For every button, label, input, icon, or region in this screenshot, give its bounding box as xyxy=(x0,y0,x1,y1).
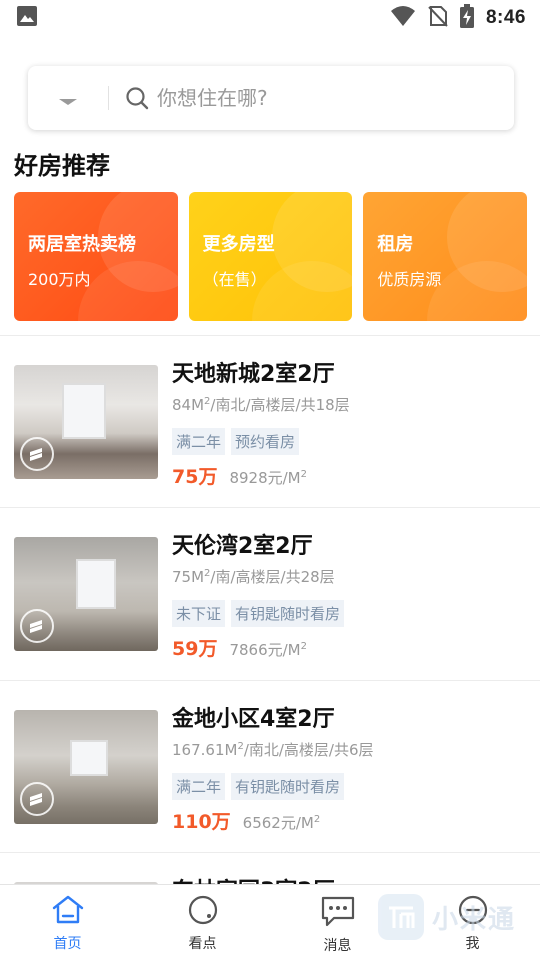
unit-price: 6562元/M2 xyxy=(242,814,321,832)
card-title: 两居室热卖榜 xyxy=(28,234,136,255)
bottom-nav: 首页 看点 消息 我 xyxy=(0,884,540,960)
meta-rest: /南/高楼层/共28层 xyxy=(210,568,335,586)
listing-item[interactable]: 东林家园3室2厅 xyxy=(0,853,540,884)
profile-icon xyxy=(457,895,489,929)
vr-badge-icon xyxy=(20,782,54,816)
unit-price: 8928元/M2 xyxy=(229,469,307,487)
wifi-icon xyxy=(390,5,416,31)
tag: 有钥匙随时看房 xyxy=(231,773,345,800)
vr-badge-icon xyxy=(20,609,54,643)
listing-meta: 84M2/南北/高楼层/共18层 xyxy=(172,394,350,415)
listing-title: 东林家园3室2厅 xyxy=(172,873,335,884)
home-icon xyxy=(51,895,85,929)
nav-home[interactable]: 首页 xyxy=(0,885,135,960)
price: 75万 xyxy=(172,466,218,488)
meta-rest: /南北/高楼层/共6层 xyxy=(243,741,374,759)
city-dropdown[interactable] xyxy=(28,66,108,130)
clock: 8:46 xyxy=(485,7,526,28)
card-subtitle: 优质房源 xyxy=(377,270,442,289)
listing-photo xyxy=(14,710,158,824)
listing-item[interactable]: 天地新城2室2厅 84M2/南北/高楼层/共18层 满二年 预约看房 75万 8… xyxy=(0,336,540,508)
image-notification-icon xyxy=(16,5,38,31)
discover-icon xyxy=(187,895,219,929)
card-subtitle: 200万内 xyxy=(28,270,91,289)
price: 59万 xyxy=(172,638,218,660)
tag: 未下证 xyxy=(172,600,226,627)
recommend-cards: 两居室热卖榜 200万内 更多房型 （在售） 租房 优质房源 xyxy=(14,192,528,321)
price-row: 59万 7866元/M2 xyxy=(172,634,307,661)
caret-down-icon xyxy=(58,92,78,111)
photo-window xyxy=(76,559,116,609)
vr-badge-icon xyxy=(20,437,54,471)
search-divider xyxy=(108,86,109,110)
card-two-bedroom-hot[interactable]: 两居室热卖榜 200万内 xyxy=(14,192,178,321)
listing-title: 金地小区4室2厅 xyxy=(172,707,335,732)
listing-title: 天伦湾2室2厅 xyxy=(172,534,313,559)
listing-meta: 75M2/南/高楼层/共28层 xyxy=(172,566,335,587)
nav-label: 我 xyxy=(465,936,480,952)
status-bar: 8:46 xyxy=(0,0,540,36)
listing-tags: 未下证 有钥匙随时看房 xyxy=(172,600,345,627)
no-sim-icon xyxy=(428,5,448,31)
listing-item[interactable]: 金地小区4室2厅 167.61M2/南北/高楼层/共6层 满二年 有钥匙随时看房… xyxy=(0,681,540,853)
search-icon xyxy=(125,86,149,110)
card-subtitle: （在售） xyxy=(202,270,267,289)
nav-label: 消息 xyxy=(323,938,352,954)
listing-item[interactable]: 天伦湾2室2厅 75M2/南/高楼层/共28层 未下证 有钥匙随时看房 59万 … xyxy=(0,508,540,680)
area: 167.61M xyxy=(172,741,238,759)
listing-meta: 167.61M2/南北/高楼层/共6层 xyxy=(172,739,374,760)
card-more-types[interactable]: 更多房型 （在售） xyxy=(188,192,353,321)
search-input[interactable] xyxy=(157,86,457,110)
photo-window xyxy=(70,740,108,776)
listing-tags: 满二年 有钥匙随时看房 xyxy=(172,773,345,800)
nav-profile[interactable]: 我 xyxy=(405,885,540,960)
nav-discover[interactable]: 看点 xyxy=(135,885,270,960)
nav-label: 看点 xyxy=(188,936,217,952)
tag: 有钥匙随时看房 xyxy=(231,600,345,627)
unit-price: 7866元/M2 xyxy=(229,641,307,659)
area: 84M xyxy=(172,396,205,414)
price-row: 110万 6562元/M2 xyxy=(172,807,320,834)
tag: 满二年 xyxy=(172,773,226,800)
card-title: 更多房型 xyxy=(202,234,275,255)
card-title: 租房 xyxy=(377,234,414,255)
tag: 满二年 xyxy=(172,428,226,455)
nav-label: 首页 xyxy=(53,936,82,952)
meta-rest: /南北/高楼层/共18层 xyxy=(210,396,350,414)
area: 75M xyxy=(172,568,205,586)
tag: 预约看房 xyxy=(231,428,300,455)
listing-title: 天地新城2室2厅 xyxy=(172,362,335,387)
price: 110万 xyxy=(172,811,231,833)
listing-photo xyxy=(14,365,158,479)
photo-window xyxy=(62,383,106,439)
card-rent[interactable]: 租房 优质房源 xyxy=(363,192,528,321)
nav-messages[interactable]: 消息 xyxy=(270,885,405,960)
price-row: 75万 8928元/M2 xyxy=(172,462,307,489)
search-bar[interactable] xyxy=(28,66,514,130)
message-icon xyxy=(320,895,356,931)
listing-tags: 满二年 预约看房 xyxy=(172,428,300,455)
section-title: 好房推荐 xyxy=(14,152,110,180)
listing-photo xyxy=(14,537,158,651)
battery-charging-icon xyxy=(459,4,474,32)
